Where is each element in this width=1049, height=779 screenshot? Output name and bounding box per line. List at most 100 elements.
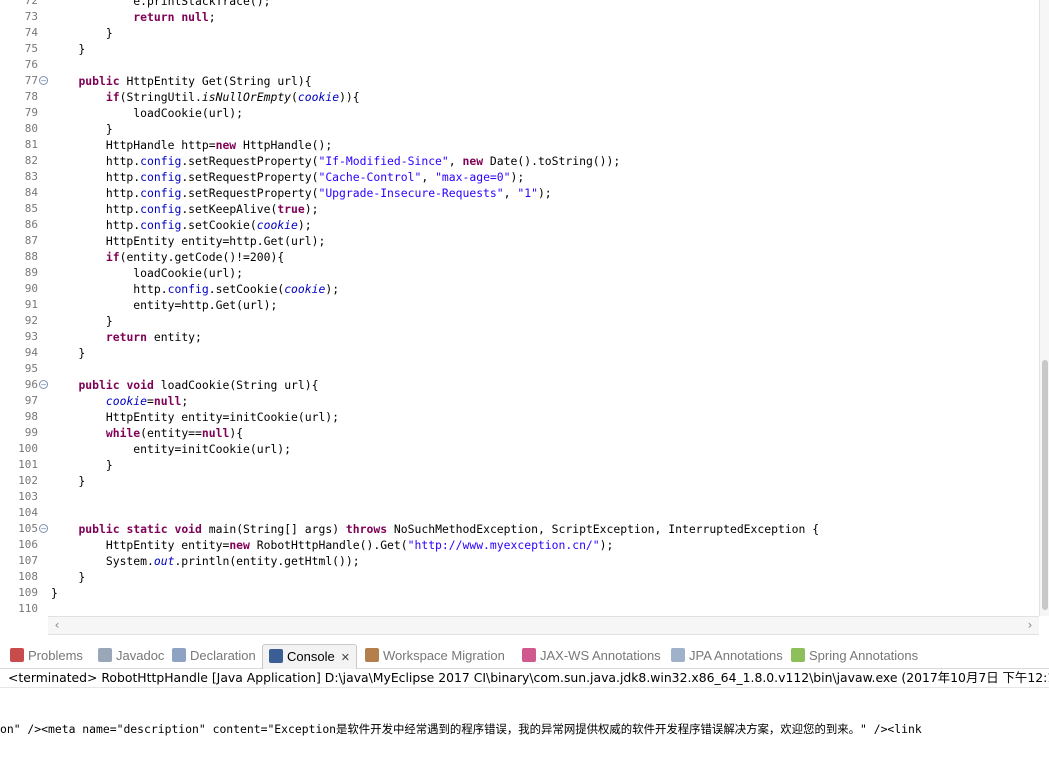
code-line[interactable]: 90 http.config.setCookie(cookie); (0, 281, 1040, 297)
line-number: 110 (18, 602, 38, 615)
horizontal-scrollbar[interactable]: ‹ › (48, 616, 1039, 635)
code-line[interactable]: 109} (0, 585, 1040, 601)
code-text: } (51, 570, 86, 584)
at-icon (98, 648, 112, 662)
code-line[interactable]: 83 http.config.setRequestProperty("Cache… (0, 169, 1040, 185)
code-line[interactable]: 75 } (0, 41, 1040, 57)
line-number: 78 (24, 90, 38, 103)
tab-spring[interactable]: Spring Annotations (785, 644, 918, 668)
code-line[interactable]: 78 if(StringUtil.isNullOrEmpty(cookie)){ (0, 89, 1040, 105)
code-text: if(StringUtil.isNullOrEmpty(cookie)){ (105, 90, 360, 104)
line-number: 86 (24, 218, 38, 231)
line-number: 93 (24, 330, 38, 343)
code-text: if(entity.getCode()!=200){ (105, 250, 285, 264)
code-line[interactable]: 88 if(entity.getCode()!=200){ (0, 249, 1040, 265)
code-line[interactable]: 105– public static void main(String[] ar… (0, 521, 1040, 537)
code-text: } (51, 346, 86, 360)
code-line[interactable]: 91 entity=http.Get(url); (0, 297, 1040, 313)
tab-problems[interactable]: Problems (4, 644, 83, 668)
code-line[interactable]: 92 } (0, 313, 1040, 329)
tab-label: Javadoc (116, 648, 165, 663)
collapse-fold-icon[interactable]: – (39, 76, 48, 85)
code-text: while(entity==null){ (105, 426, 244, 440)
code-line[interactable]: 97 cookie=null; (0, 393, 1040, 409)
code-line[interactable]: 87 HttpEntity entity=http.Get(url); (0, 233, 1040, 249)
code-line[interactable]: 104 (0, 505, 1040, 521)
code-text: http.config.setRequestProperty("If-Modif… (51, 154, 621, 168)
collapse-fold-icon[interactable]: – (39, 524, 48, 533)
code-text: } (51, 314, 113, 328)
tab-label: Spring Annotations (809, 648, 919, 663)
code-line[interactable]: 81 HttpHandle http=new HttpHandle(); (0, 137, 1040, 153)
collapse-fold-icon[interactable]: – (39, 380, 48, 389)
code-text: } (51, 26, 113, 40)
code-line[interactable]: 96– public void loadCookie(String url){ (0, 377, 1040, 393)
line-number: 99 (24, 426, 38, 439)
line-number: 105 (18, 522, 38, 535)
bottom-panel-tab-bar: Problems Javadoc Declaration Console ✕ Worksp… (0, 641, 1049, 669)
line-number: 95 (24, 362, 38, 375)
code-line[interactable]: 110 (0, 601, 1040, 616)
code-text: entity=initCookie(url); (51, 442, 292, 456)
code-line[interactable]: 100 entity=initCookie(url); (0, 441, 1040, 457)
vertical-scrollbar[interactable] (1039, 0, 1049, 616)
tab-jax-ws[interactable]: JAX-WS Annotations (516, 644, 661, 668)
code-text: e.printStackTrace(); (51, 0, 271, 8)
console-output-area[interactable]: on" /><meta name="description" content="… (0, 689, 1049, 779)
code-line[interactable]: 106 HttpEntity entity=new RobotHttpHandl… (0, 537, 1040, 553)
tab-workspace-migration[interactable]: Workspace Migration (359, 644, 505, 668)
code-line[interactable]: 73 return null; (0, 9, 1040, 25)
code-text: HttpEntity entity=http.Get(url); (51, 234, 326, 248)
line-number: 96 (24, 378, 38, 391)
code-line[interactable]: 102 } (0, 473, 1040, 489)
tab-label: JPA Annotations (689, 648, 783, 663)
code-line[interactable]: 93 return entity; (0, 329, 1040, 345)
tab-label: Problems (28, 648, 83, 663)
tab-declaration[interactable]: Declaration (166, 644, 256, 668)
console-icon (269, 649, 283, 663)
code-line[interactable]: 77– public HttpEntity Get(String url){ (0, 73, 1040, 89)
code-text: System.out.println(entity.getHtml()); (51, 554, 360, 568)
code-line[interactable]: 103 (0, 489, 1040, 505)
code-text: HttpHandle http=new HttpHandle(); (51, 138, 333, 152)
tab-javadoc[interactable]: Javadoc (92, 644, 164, 668)
code-text: } (51, 122, 113, 136)
scroll-right-icon[interactable]: › (1023, 617, 1037, 634)
code-line[interactable]: 72 e.printStackTrace(); (0, 0, 1040, 9)
code-line[interactable]: 99 while(entity==null){ (0, 425, 1040, 441)
line-number: 106 (18, 538, 38, 551)
code-text: } (51, 474, 86, 488)
code-line[interactable]: 98 HttpEntity entity=initCookie(url); (0, 409, 1040, 425)
line-number: 103 (18, 490, 38, 503)
code-line[interactable]: 94 } (0, 345, 1040, 361)
code-line[interactable]: 79 loadCookie(url); (0, 105, 1040, 121)
migration-icon (365, 648, 379, 662)
code-text: } (51, 42, 86, 56)
code-editor[interactable]: 72 e.printStackTrace(); 73 return null; 74… (0, 0, 1049, 616)
console-process-status: <terminated> RobotHttpHandle [Java Appli… (0, 668, 1049, 688)
line-number: 76 (24, 58, 38, 71)
line-number: 102 (18, 474, 38, 487)
code-text: } (51, 458, 113, 472)
code-line[interactable]: 84 http.config.setRequestProperty("Upgra… (0, 185, 1040, 201)
code-line[interactable]: 95 (0, 361, 1040, 377)
close-icon[interactable]: ✕ (341, 652, 350, 664)
tab-console[interactable]: Console ✕ (262, 644, 357, 669)
code-line[interactable]: 85 http.config.setKeepAlive(true); (0, 201, 1040, 217)
vertical-scroll-thumb[interactable] (1042, 360, 1048, 610)
code-line[interactable]: 82 http.config.setRequestProperty("If-Mo… (0, 153, 1040, 169)
code-line[interactable]: 89 loadCookie(url); (0, 265, 1040, 281)
code-line[interactable]: 76 (0, 57, 1040, 73)
code-line[interactable]: 86 http.config.setCookie(cookie); (0, 217, 1040, 233)
tab-jpa[interactable]: JPA Annotations (665, 644, 783, 668)
code-line[interactable]: 101 } (0, 457, 1040, 473)
scroll-left-icon[interactable]: ‹ (50, 617, 64, 634)
code-line[interactable]: 74 } (0, 25, 1040, 41)
line-number: 98 (24, 410, 38, 423)
code-text: entity=http.Get(url); (51, 298, 278, 312)
line-number: 101 (18, 458, 38, 471)
code-text: public void loadCookie(String url){ (78, 378, 319, 392)
code-line[interactable]: 80 } (0, 121, 1040, 137)
code-line[interactable]: 107 System.out.println(entity.getHtml())… (0, 553, 1040, 569)
code-line[interactable]: 108 } (0, 569, 1040, 585)
